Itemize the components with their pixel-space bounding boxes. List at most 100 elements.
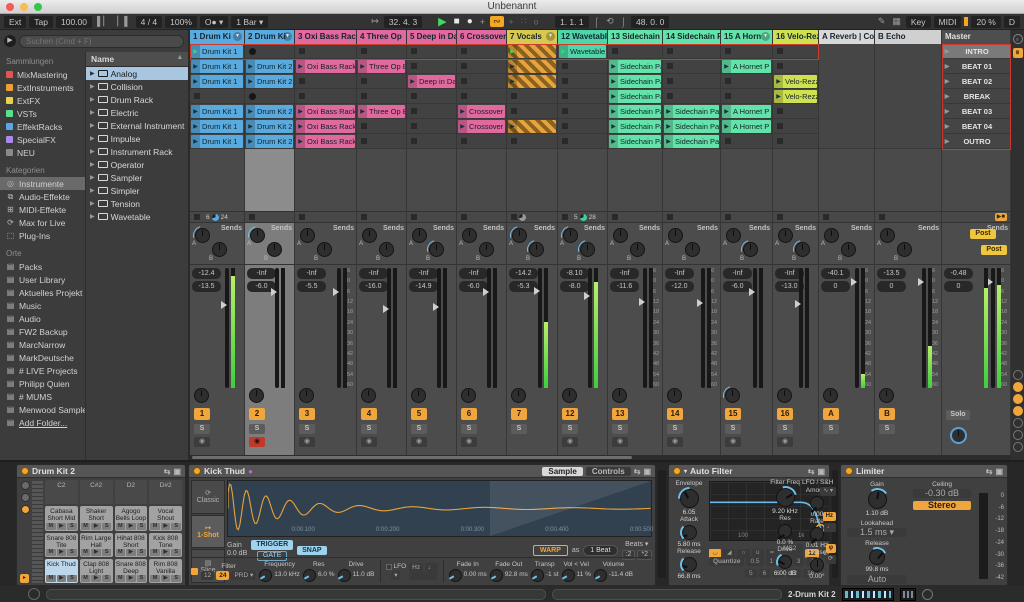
arm-button[interactable]: ◉ — [562, 437, 578, 447]
pan-knob[interactable] — [667, 388, 682, 403]
tempo-field[interactable]: 100.00 — [56, 16, 92, 28]
clip-slot[interactable]: ▶Oxi Bass Rack — [295, 59, 356, 74]
warp-mode-menu[interactable]: Beats ▾ — [625, 541, 648, 549]
browser-item-tension[interactable]: ▶Tension — [86, 197, 188, 210]
clip-slot[interactable]: ▶ — [507, 44, 557, 59]
chain-expand-icon[interactable]: ▸ — [20, 574, 29, 583]
clip-launch-icon[interactable]: ▶ — [722, 105, 731, 118]
send-b-knob[interactable] — [479, 242, 494, 257]
track-header-B[interactable]: B Echo — [875, 30, 941, 44]
clip[interactable]: ▶Velo-Rezzo — [774, 75, 817, 88]
expand-arrow-icon[interactable]: ▶ — [90, 83, 95, 90]
clip-launch-icon[interactable]: ▶ — [508, 60, 517, 73]
sidebar-item-packs[interactable]: ▤Packs — [0, 260, 85, 273]
clip-launch-icon[interactable]: ▶ — [609, 75, 618, 88]
loop-length-field[interactable]: 48. 0. 0 — [631, 16, 669, 28]
scrollbar-handle[interactable] — [192, 456, 632, 459]
clip-slot[interactable] — [295, 74, 356, 89]
quantize-button[interactable]: Quantize — [709, 557, 744, 566]
clip-slot[interactable]: ▶Sidechain Pad — [608, 89, 662, 104]
clip-slot[interactable] — [663, 89, 720, 104]
track-body[interactable] — [819, 149, 874, 211]
save-preset-icon[interactable]: ▣ — [643, 467, 651, 476]
clip-slot[interactable]: ▶Sidechain Pad — [663, 134, 720, 149]
clip-launch-icon[interactable]: ▶ — [191, 105, 200, 118]
automation-arm-button[interactable]: ∾ — [490, 16, 504, 27]
volume-fader[interactable] — [275, 268, 279, 388]
clip-overview-thumbnail[interactable] — [842, 588, 894, 601]
quantize-05[interactable]: 0.5 — [746, 557, 763, 566]
fade-in-value[interactable]: 0.00 ms — [464, 571, 487, 579]
mute-button[interactable]: M — [150, 575, 160, 582]
volume-fader[interactable] — [701, 268, 705, 388]
send-a-knob[interactable] — [824, 228, 839, 243]
play-icon[interactable]: ▶ — [91, 523, 101, 530]
clip-stop-row[interactable] — [357, 211, 406, 222]
clip-launch-icon[interactable]: ▶ — [458, 120, 467, 133]
rate-sync-button[interactable]: ♩ — [824, 523, 836, 532]
send-b-knob[interactable] — [795, 242, 810, 257]
punch-out-icon[interactable]: ⌡ — [619, 17, 628, 27]
sidebar-item-mixmastering[interactable]: MixMastering — [0, 68, 85, 81]
arm-button[interactable]: ◉ — [249, 437, 265, 447]
sidebar-item-plug-ins[interactable]: ⬚Plug-Ins — [0, 229, 85, 242]
pan-knob[interactable] — [612, 388, 627, 403]
browser-item-drum-rack[interactable]: ▶Drum Rack — [86, 93, 188, 106]
clip-slot[interactable] — [357, 44, 406, 59]
clip-slot[interactable] — [407, 59, 456, 74]
clip-stop-row[interactable] — [295, 211, 356, 222]
clip-slot[interactable] — [357, 134, 406, 149]
clip[interactable]: ▶ — [508, 60, 556, 73]
scene-launch-icon[interactable]: ▶ — [942, 138, 952, 145]
clip-slot[interactable]: ▶Oxi Bass Rack — [295, 119, 356, 134]
clip-slot[interactable] — [295, 44, 356, 59]
clip-stop-row[interactable] — [245, 211, 294, 222]
mute-button[interactable]: M — [81, 549, 91, 556]
drum-pad-rim-808-vanilla[interactable]: Rim 808 VanillaM▶S — [149, 559, 182, 583]
clip-slot[interactable] — [357, 119, 406, 134]
clip-slot[interactable] — [558, 89, 607, 104]
section-toggle-icon[interactable] — [1013, 442, 1023, 452]
fader-value[interactable]: -8.0 — [560, 281, 589, 292]
scene-launch-icon[interactable]: ▶ — [942, 108, 952, 115]
fader-value[interactable]: 0 — [821, 281, 850, 292]
send-a-knob[interactable] — [195, 228, 210, 243]
track-body[interactable] — [663, 149, 720, 211]
send-a-knob[interactable] — [778, 228, 793, 243]
clip[interactable]: ▶Drum Kit 2 — [246, 120, 293, 133]
fader-value[interactable]: -13.5 — [192, 281, 221, 292]
lookahead-menu[interactable]: 1.5 ms ▾ — [847, 528, 907, 537]
clip-launch-icon[interactable]: ▶ — [246, 135, 255, 148]
fader-value[interactable]: 0 — [944, 281, 973, 292]
browser-collapse-icon[interactable]: ▶ — [4, 35, 16, 47]
track-header-6[interactable]: 6 Crossover — [457, 30, 506, 44]
clip-slot[interactable] — [773, 44, 818, 59]
fader-value[interactable]: -16.0 — [359, 281, 388, 292]
rate-hz-button[interactable]: Hz — [823, 512, 836, 521]
clip-stop-row[interactable] — [819, 211, 874, 222]
clip-slot[interactable]: ▶Drum Kit 1 — [190, 119, 244, 134]
clip-launch-icon[interactable]: ▶ — [508, 120, 517, 133]
res-value[interactable]: 6.0 % — [318, 571, 335, 579]
clip[interactable]: ▶Drum Kit 1 — [191, 45, 243, 58]
groove-amount-field[interactable]: 100% — [165, 16, 197, 28]
track-activator-button[interactable]: 15 — [725, 408, 741, 420]
record-button[interactable]: ● — [465, 16, 475, 27]
clip-slot[interactable]: ▶A Hornet P — [721, 119, 772, 134]
clip-slot[interactable] — [721, 44, 772, 59]
clip-slot[interactable] — [407, 119, 456, 134]
section-toggle-icon[interactable] — [1013, 418, 1023, 428]
volume-knob[interactable] — [594, 569, 607, 582]
send-b-knob[interactable] — [317, 242, 332, 257]
volume-fader[interactable] — [588, 268, 592, 388]
key-map-button[interactable]: Key — [906, 16, 931, 28]
clip-slot[interactable] — [457, 89, 506, 104]
phase-mode-button[interactable]: φ — [826, 544, 836, 553]
clip-slot[interactable] — [663, 59, 720, 74]
clip-slot[interactable]: ▶Drum Kit 2 — [245, 59, 294, 74]
drum-pad-c2[interactable]: C2 — [45, 480, 78, 504]
draw-mode-icon[interactable]: ✎ — [876, 16, 888, 27]
drum-pad-ds2[interactable]: D#2 — [149, 480, 182, 504]
clip-launch-icon[interactable]: ▶ — [609, 120, 618, 133]
scene-slot-beat-04[interactable]: ▶BEAT 04 — [942, 119, 1010, 134]
